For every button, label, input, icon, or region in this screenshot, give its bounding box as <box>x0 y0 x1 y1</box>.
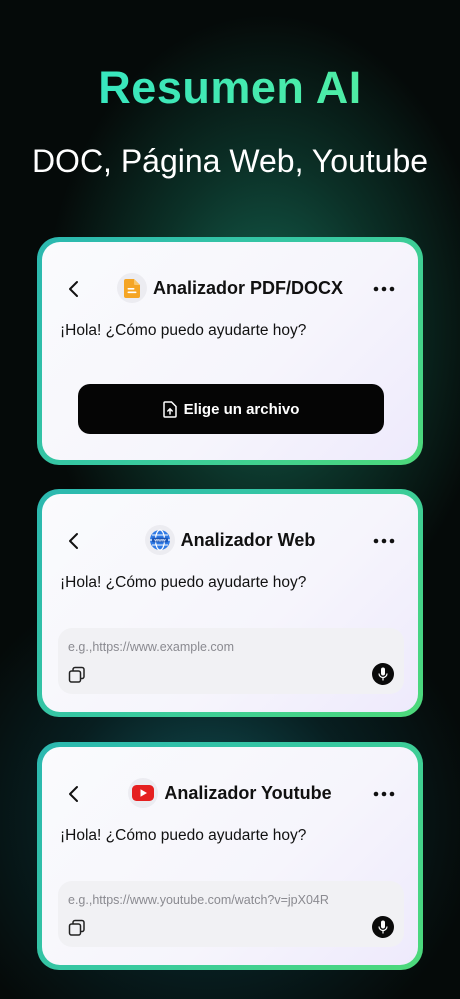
greeting-text: ¡Hola! ¿Cómo puedo ayudarte hoy? <box>60 827 307 844</box>
card-title: Analizador Web <box>180 529 316 550</box>
more-options-icon[interactable] <box>372 531 396 551</box>
microphone-button[interactable] <box>372 916 394 938</box>
greeting-text: ¡Hola! ¿Cómo puedo ayudarte hoy? <box>60 322 307 339</box>
svg-text:WWW: WWW <box>154 538 166 543</box>
document-icon <box>116 273 147 303</box>
globe-icon: WWW <box>144 525 175 555</box>
url-input-box <box>58 628 404 694</box>
headline: Resumen AI <box>0 62 460 114</box>
file-upload-icon <box>162 400 177 418</box>
card-pdf-analyzer: Analizador PDF/DOCX ¡Hola! ¿Cómo puedo a… <box>37 237 423 465</box>
more-options-icon[interactable] <box>372 279 396 299</box>
youtube-icon <box>128 778 159 808</box>
card-title: Analizador PDF/DOCX <box>152 277 344 298</box>
url-input[interactable] <box>68 638 368 656</box>
subheadline: DOC, Página Web, Youtube <box>31 143 429 179</box>
microphone-icon <box>378 667 388 681</box>
card-header: Analizador PDF/DOCX <box>42 272 418 304</box>
url-input-box <box>58 881 404 947</box>
more-options-icon[interactable] <box>372 784 396 804</box>
microphone-button[interactable] <box>372 663 394 685</box>
choose-file-label: Elige un archivo <box>183 400 300 418</box>
youtube-url-input[interactable] <box>68 891 368 909</box>
card-header: WWW Analizador Web <box>42 524 418 556</box>
paste-icon[interactable] <box>68 666 86 684</box>
choose-file-button[interactable]: Elige un archivo <box>78 384 384 434</box>
microphone-icon <box>378 920 388 934</box>
card-header: Analizador Youtube <box>42 777 418 809</box>
paste-icon[interactable] <box>68 919 86 937</box>
card-web-analyzer: WWW Analizador Web ¡Hola! ¿Cómo puedo ay… <box>37 489 423 717</box>
card-youtube-analyzer: Analizador Youtube ¡Hola! ¿Cómo puedo ay… <box>37 742 423 970</box>
greeting-text: ¡Hola! ¿Cómo puedo ayudarte hoy? <box>60 574 307 591</box>
card-title: Analizador Youtube <box>164 782 332 803</box>
